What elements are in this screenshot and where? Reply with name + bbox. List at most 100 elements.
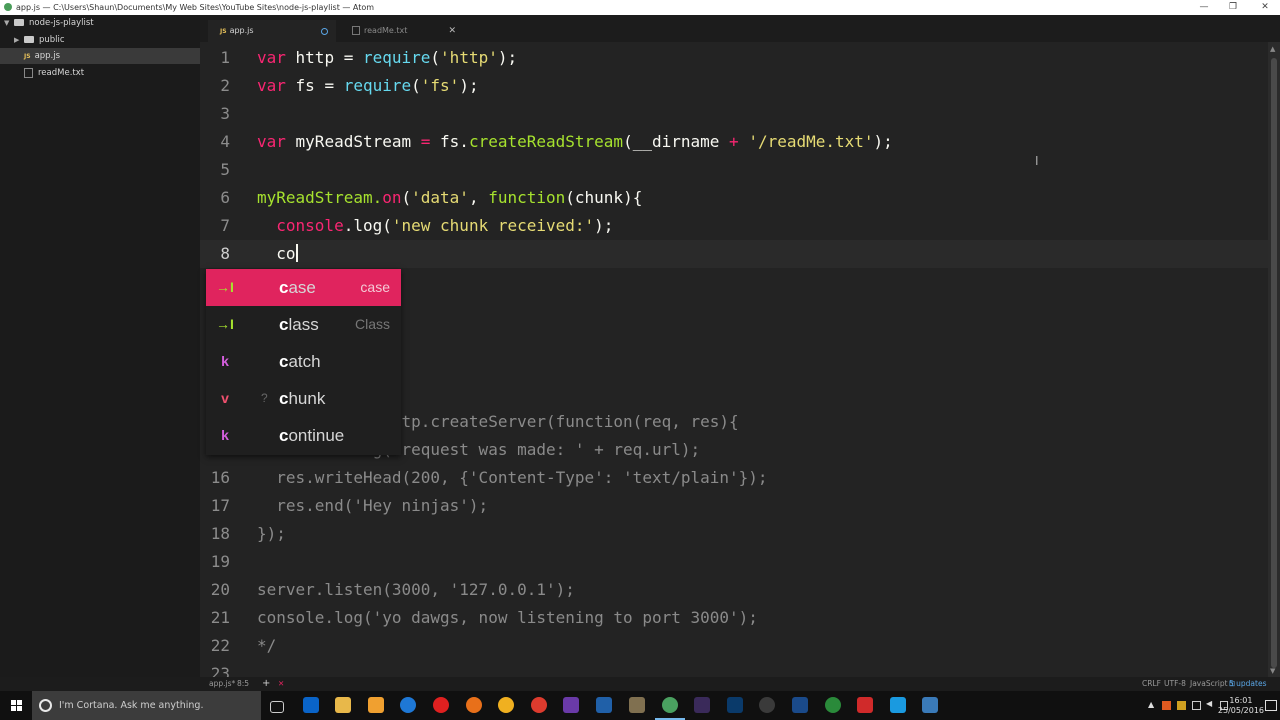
minimize-button[interactable]: —: [1189, 0, 1219, 15]
status-grammar[interactable]: JavaScript: [1190, 677, 1228, 691]
suggestion-text: chunk: [279, 389, 326, 408]
action-center-icon[interactable]: [1265, 700, 1277, 711]
tab-app-js[interactable]: JS app.js: [208, 20, 336, 42]
line-number: 23: [210, 664, 230, 677]
clock[interactable]: 16:01 25/05/2016: [1218, 696, 1264, 716]
identifier-token: myReadStream.: [257, 188, 383, 207]
code-token: myReadStream: [285, 132, 421, 151]
close-window-button[interactable]: ✕: [1250, 0, 1280, 15]
code-token: );: [497, 48, 518, 67]
app-icon[interactable]: [825, 697, 841, 713]
tab-bar: JS app.js readMe.txt ✕: [200, 15, 1280, 42]
code-token: );: [594, 216, 614, 235]
code-token: (: [401, 188, 412, 207]
suggestion-case[interactable]: →I case case: [206, 269, 401, 306]
chrome-icon[interactable]: [531, 697, 547, 713]
status-cursor-position[interactable]: 8:5: [237, 677, 249, 691]
status-encoding[interactable]: UTF-8: [1164, 677, 1186, 691]
code-line: });: [257, 524, 286, 543]
code-line: myReadStream.on('data', function(chunk){: [257, 184, 642, 212]
line-number: 21: [210, 608, 230, 627]
chevron-up-icon[interactable]: ▲: [1148, 700, 1157, 709]
vertical-scrollbar[interactable]: ▲ ▼: [1268, 42, 1280, 677]
edge-icon[interactable]: [400, 697, 416, 713]
start-button[interactable]: [0, 691, 32, 720]
modified-indicator-icon[interactable]: [321, 28, 328, 35]
code-token: ,: [468, 188, 489, 207]
skype-icon[interactable]: [890, 697, 906, 713]
premiere-icon[interactable]: [694, 697, 710, 713]
line-number: 16: [210, 468, 230, 487]
indent-token: [257, 216, 276, 235]
code-line-current: co: [257, 240, 298, 268]
suggestion-text: catch: [279, 352, 321, 371]
code-token: );: [873, 132, 893, 151]
opera-icon[interactable]: [433, 697, 449, 713]
identifier-token: console: [276, 216, 344, 235]
visual-studio-icon[interactable]: [563, 697, 579, 713]
code-token: (: [430, 48, 441, 67]
keyword-token: var: [257, 132, 286, 151]
suggestion-text: case: [279, 278, 316, 297]
volume-icon[interactable]: ◀: [1206, 699, 1215, 708]
suggestion-catch[interactable]: k catch: [206, 343, 401, 380]
outlook-icon[interactable]: [303, 697, 319, 713]
tab-readme[interactable]: readMe.txt ✕: [340, 20, 464, 42]
tray-app-icon[interactable]: [1177, 701, 1186, 710]
error-icon[interactable]: ✕: [278, 677, 284, 691]
line-number: 4: [220, 132, 230, 151]
add-icon[interactable]: +: [262, 677, 270, 691]
app-icon[interactable]: [498, 697, 514, 713]
line-number: 1: [220, 48, 230, 67]
installer-icon[interactable]: [368, 697, 384, 713]
photoshop-icon[interactable]: [727, 697, 743, 713]
status-line-ending[interactable]: CRLF: [1142, 677, 1161, 691]
suggestion-text: continue: [279, 426, 345, 445]
autocomplete-popup[interactable]: →I case case →I class Class k catch v ? …: [206, 269, 401, 455]
network-icon[interactable]: [1192, 701, 1201, 710]
string-token: 'data': [411, 188, 469, 207]
code-line: console.log('yo dawgs, now listening to …: [257, 608, 758, 627]
line-number: 2: [220, 76, 230, 95]
code-line: res.writeHead(200, {'Content-Type': 'tex…: [257, 468, 768, 487]
cortana-icon: [39, 699, 52, 712]
chevron-down-icon: ▼: [4, 19, 10, 27]
file-explorer-icon[interactable]: [335, 697, 351, 713]
tray-app-icon[interactable]: [1162, 701, 1171, 710]
code-line: res.end('Hey ninjas');: [257, 496, 489, 515]
maximize-button[interactable]: ❐: [1218, 0, 1248, 15]
clock-time: 16:01: [1229, 696, 1253, 705]
mouse-ibeam-cursor-icon: I: [1035, 154, 1039, 168]
cortana-search-box[interactable]: I'm Cortana. Ask me anything.: [32, 691, 261, 720]
status-file-name[interactable]: app.js*: [209, 677, 235, 691]
app-icon[interactable]: [629, 697, 645, 713]
windows-logo-icon: [11, 700, 22, 711]
code-line: */: [257, 636, 277, 655]
line-number: 7: [220, 216, 230, 235]
obs-icon[interactable]: [759, 697, 775, 713]
task-view-icon[interactable]: [270, 701, 284, 713]
suggestion-class[interactable]: →I class Class: [206, 306, 401, 343]
folder-icon: [24, 36, 34, 43]
scrollbar-thumb[interactable]: [1271, 58, 1277, 668]
tree-root[interactable]: ▼ node-js-playlist: [4, 15, 200, 31]
current-line-highlight: [200, 240, 1268, 268]
tree-item-public[interactable]: ▶ public: [14, 32, 200, 48]
keyword-token: var: [257, 48, 286, 67]
close-icon[interactable]: ✕: [448, 20, 456, 42]
app-window-icon[interactable]: [596, 697, 612, 713]
tree-item-app-js[interactable]: JS app.js: [0, 48, 200, 64]
atom-taskbar-icon[interactable]: [662, 697, 678, 713]
suggestion-continue[interactable]: k continue: [206, 417, 401, 454]
app-icon[interactable]: [857, 697, 873, 713]
scroll-down-icon[interactable]: ▼: [1270, 667, 1275, 675]
scroll-up-icon[interactable]: ▲: [1270, 45, 1275, 53]
firefox-icon[interactable]: [466, 697, 482, 713]
code-token: .log(: [343, 216, 392, 235]
suggestion-chunk[interactable]: v ? chunk: [206, 380, 401, 417]
updates-label: 5 updates: [1229, 679, 1267, 688]
tree-view: ▼ node-js-playlist ▶ public JS app.js readM…: [0, 15, 200, 677]
media-player-icon[interactable]: [792, 697, 808, 713]
tree-item-readme[interactable]: readMe.txt: [24, 65, 200, 81]
app-icon[interactable]: [922, 697, 938, 713]
